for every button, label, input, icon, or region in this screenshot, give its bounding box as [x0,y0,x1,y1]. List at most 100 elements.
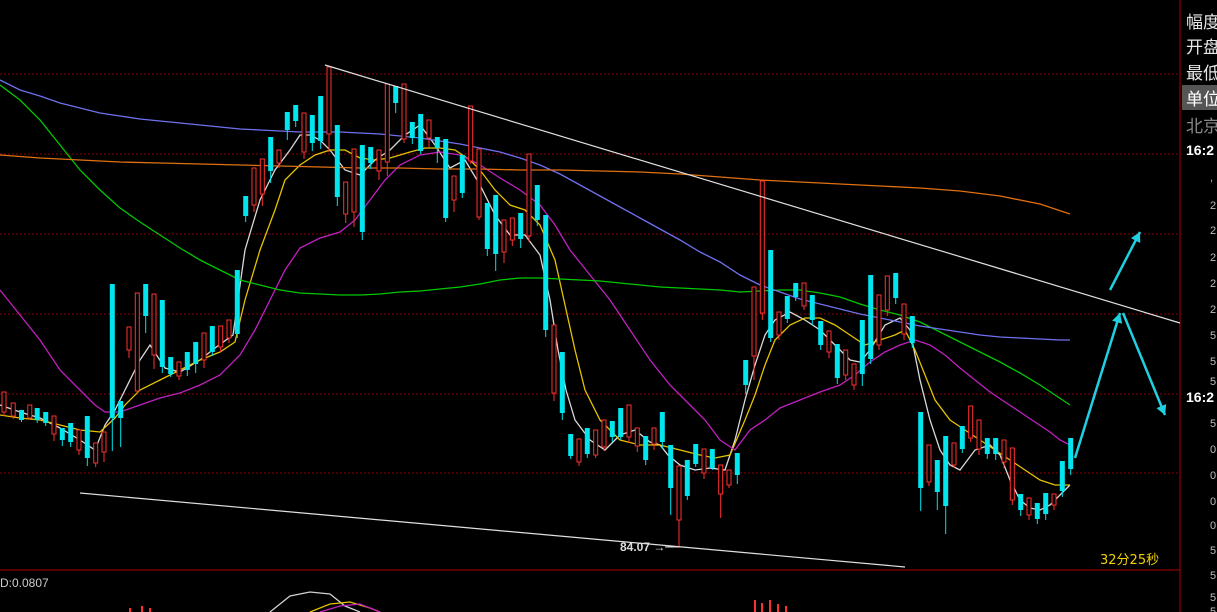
candle-body [509,217,515,241]
candle-body [693,444,699,464]
grid-lines [0,0,1181,612]
candle-body [243,196,249,216]
candle [493,195,499,271]
candle [918,412,924,511]
candle [68,423,74,447]
candle [543,215,549,337]
candle [943,436,949,534]
candle [818,321,824,350]
candle-body [943,436,949,506]
low-price-value: 84.07 [620,540,651,554]
candle [1,391,7,416]
candle [34,408,40,423]
candle-body [909,316,915,343]
candle-body [301,112,307,153]
candle [1051,493,1057,510]
candle [951,442,957,468]
candle-body [51,415,57,435]
candle-body [134,292,140,392]
trend-lines [79,64,1181,568]
candle [734,453,740,484]
candle [651,427,657,450]
candle-body [143,284,149,316]
candle [701,448,707,479]
candle-body [826,330,832,353]
candle [568,434,574,459]
candle-body [843,349,849,376]
lower-trendline [79,492,906,568]
candle [643,436,649,465]
candle [718,464,724,518]
candle-body [859,320,865,374]
candle-body [743,360,749,385]
candle [584,428,590,458]
side-time-1: 16:2 [1186,142,1215,158]
candle [359,145,365,240]
candle [401,83,407,143]
candle-body [27,404,33,419]
candle-body [576,438,582,463]
candle-body [976,419,982,450]
candle-body [1026,497,1032,516]
side-tick-label: 5 [1210,376,1217,388]
candle [1068,438,1074,475]
candle [926,444,932,486]
candle-body [1051,493,1057,506]
candle [634,427,640,452]
candle [451,175,457,212]
candle [159,300,165,373]
candle-body [476,148,482,218]
candle-body [818,321,824,345]
candle [209,326,215,356]
side-tick-label: 5 [1210,606,1217,612]
candle-body [118,401,124,418]
candle-body [126,326,132,351]
candle-body [593,429,599,456]
candle-body [159,300,165,367]
candle [834,344,840,384]
candle-body [418,114,424,151]
candle-body [176,361,182,377]
candle [826,330,832,358]
projection-arrows [1073,231,1167,459]
moving-average-lines [0,79,1071,511]
candle-body [918,412,924,488]
candle [309,115,315,151]
candle-body [184,352,190,370]
candle-body [393,86,399,103]
candle-body [434,137,440,148]
candle-body [276,149,282,164]
candle-body [634,427,640,447]
candle [151,293,157,369]
candle-body [709,449,715,468]
candle-body [68,423,74,442]
candle [1001,439,1007,468]
indicator-value-label: D:0.0807 [0,576,49,590]
candle-body [318,96,324,141]
candle-body [626,404,632,438]
candle [709,449,715,470]
candle [668,445,674,515]
candle [901,303,907,340]
candle-body [726,469,732,486]
candle [693,444,699,467]
candle-body [1059,461,1065,491]
candle-body [1034,503,1040,519]
candle-body [59,428,65,440]
side-tick-label: 0 [1210,496,1217,508]
candle-body [401,83,407,140]
side-tick-label: 2 [1210,252,1217,264]
candle [509,217,515,246]
candle-body [568,434,574,456]
side-label-unit[interactable]: 单位 [1182,85,1217,110]
candle-body [484,203,490,249]
candle-body [784,296,790,319]
candle-body [251,167,257,206]
chart-canvas [0,0,1181,612]
candle [534,185,540,226]
candle [1043,493,1049,520]
candle [526,153,532,242]
candle-body [226,319,232,339]
candle-body [151,293,157,356]
candle-body [451,175,457,201]
